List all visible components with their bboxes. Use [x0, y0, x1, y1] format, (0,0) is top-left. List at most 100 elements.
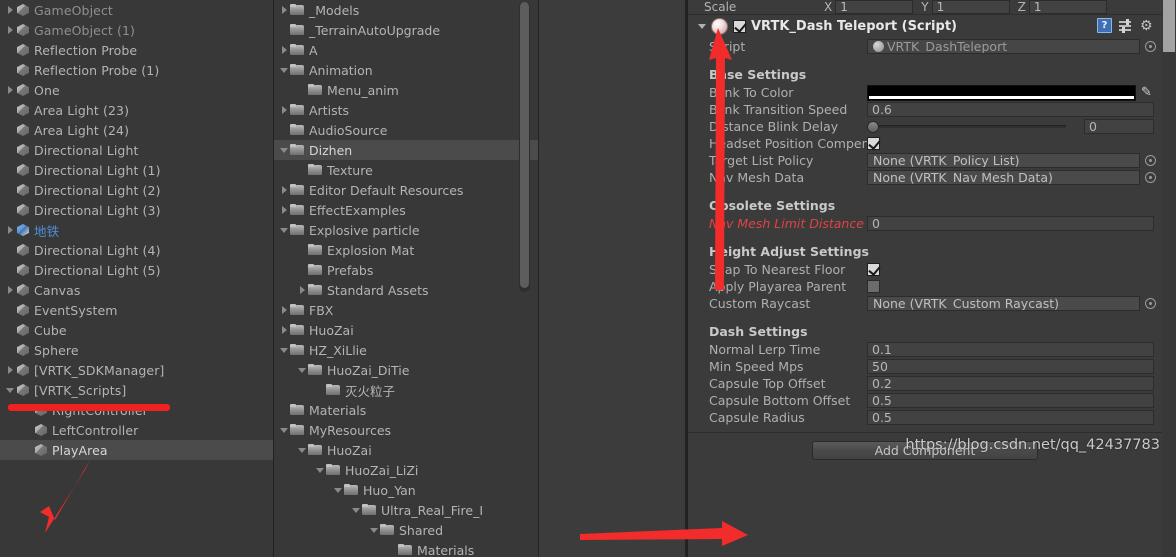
- project-folder-menu_anim[interactable]: Menu_anim: [274, 80, 538, 100]
- project-panel[interactable]: _Models _TerrainAutoUpgrade A Animation Menu…: [273, 0, 538, 557]
- chevron-down-icon[interactable]: [352, 507, 360, 513]
- scale-y-input[interactable]: 1: [931, 0, 1010, 14]
- property-row-capsule-radius[interactable]: Capsule Radius 0.5: [688, 409, 1162, 426]
- project-folder-standard-assets[interactable]: Standard Assets: [274, 280, 538, 300]
- chevron-right-icon[interactable]: [281, 46, 287, 54]
- property-row-custom-raycast[interactable]: Custom Raycast None (VRTK_Custom Raycast): [688, 295, 1162, 312]
- hierarchy-item-area-light-23[interactable]: Area Light (23): [0, 100, 273, 120]
- slider-knob[interactable]: [867, 121, 879, 133]
- chevron-right-icon[interactable]: [7, 226, 13, 234]
- project-twisty[interactable]: [314, 460, 326, 480]
- chevron-right-icon[interactable]: [7, 86, 13, 94]
- component-header-vrtk-dash-teleport[interactable]: VRTK_Dash Teleport (Script) ? ⚙: [688, 14, 1162, 38]
- chevron-right-icon[interactable]: [281, 106, 287, 114]
- hierarchy-twisty[interactable]: [4, 380, 16, 400]
- project-twisty[interactable]: [278, 420, 290, 440]
- property-row-headset-position-compensation[interactable]: Headset Position Compensation: [688, 135, 1162, 152]
- chevron-right-icon[interactable]: [281, 186, 287, 194]
- hierarchy-item-leftcontroller[interactable]: LeftController: [0, 420, 273, 440]
- eyedropper-icon[interactable]: ✎: [1141, 85, 1156, 100]
- checkbox-apply-playarea-parent[interactable]: [867, 280, 880, 293]
- property-input-capsule-radius[interactable]: 0.5: [867, 410, 1154, 425]
- project-twisty[interactable]: [278, 100, 290, 120]
- object-field-target-list-policy[interactable]: None (VRTK_Policy List): [867, 153, 1140, 168]
- property-row-capsule-top-offset[interactable]: Capsule Top Offset 0.2: [688, 375, 1162, 392]
- hierarchy-item-sphere[interactable]: Sphere: [0, 340, 273, 360]
- project-scrollbar-thumb[interactable]: [520, 2, 529, 288]
- project-folder-texture[interactable]: Texture: [274, 160, 538, 180]
- project-folder-[interactable]: 灭火粒子: [274, 380, 538, 400]
- project-folder-huozai_ditie[interactable]: HuoZai_DiTie: [274, 360, 538, 380]
- transform-scale-row[interactable]: Scale X 1 Y 1 Z 1: [688, 0, 1162, 14]
- hierarchy-item-one[interactable]: One: [0, 80, 273, 100]
- property-input-capsule-bottom-offset[interactable]: 0.5: [867, 393, 1154, 408]
- property-row-blink-to-color[interactable]: Blink To Color ✎: [688, 84, 1162, 101]
- property-row-nav-mesh-limit-distance[interactable]: Nav Mesh Limit Distance 0: [688, 215, 1162, 232]
- project-folder-_terrainautoupgrade[interactable]: _TerrainAutoUpgrade: [274, 20, 538, 40]
- project-folder-tree[interactable]: _Models _TerrainAutoUpgrade A Animation Menu…: [274, 0, 538, 557]
- project-twisty[interactable]: [278, 60, 290, 80]
- chevron-down-icon[interactable]: [280, 147, 288, 153]
- project-folder-a[interactable]: A: [274, 40, 538, 60]
- hierarchy-item-directional-light-1[interactable]: Directional Light (1): [0, 160, 273, 180]
- project-folder-huozai[interactable]: HuoZai: [274, 320, 538, 340]
- checkbox-headset-position-compensation[interactable]: [867, 137, 880, 150]
- property-row-snap-to-nearest-floor[interactable]: Snap To Nearest Floor: [688, 261, 1162, 278]
- chevron-down-icon[interactable]: [298, 447, 306, 453]
- project-twisty[interactable]: [278, 0, 290, 20]
- hierarchy-item-directional-light[interactable]: Directional Light: [0, 140, 273, 160]
- property-row-capsule-bottom-offset[interactable]: Capsule Bottom Offset 0.5: [688, 392, 1162, 409]
- object-field-nav-mesh-data[interactable]: None (VRTK_Nav Mesh Data): [867, 170, 1140, 185]
- chevron-down-icon[interactable]: [370, 527, 378, 533]
- project-folder-animation[interactable]: Animation: [274, 60, 538, 80]
- project-folder-huozai[interactable]: HuoZai: [274, 440, 538, 460]
- script-row[interactable]: Script VRTK_DashTeleport: [688, 38, 1162, 55]
- project-folder-fbx[interactable]: FBX: [274, 300, 538, 320]
- scene-view-area[interactable]: [538, 0, 686, 557]
- project-twisty[interactable]: [278, 40, 290, 60]
- chevron-down-icon[interactable]: [6, 387, 14, 393]
- hierarchy-item-canvas[interactable]: Canvas: [0, 280, 273, 300]
- project-folder-materials[interactable]: Materials: [274, 400, 538, 420]
- scale-x-input[interactable]: 1: [835, 0, 914, 14]
- checkbox-snap-to-nearest-floor[interactable]: [867, 263, 880, 276]
- project-folder-editor-default-resources[interactable]: Editor Default Resources: [274, 180, 538, 200]
- property-row-min-speed-mps[interactable]: Min Speed Mps 50: [688, 358, 1162, 375]
- component-foldout-icon[interactable]: [698, 24, 706, 29]
- preset-icon[interactable]: [1119, 18, 1133, 33]
- project-twisty[interactable]: [278, 340, 290, 360]
- chevron-down-icon[interactable]: [280, 227, 288, 233]
- chevron-right-icon[interactable]: [7, 6, 13, 14]
- hierarchy-item-[interactable]: 地铁: [0, 220, 273, 240]
- project-folder-huo_yan[interactable]: Huo_Yan: [274, 480, 538, 500]
- project-folder-myresources[interactable]: MyResources: [274, 420, 538, 440]
- hierarchy-item-eventsystem[interactable]: EventSystem: [0, 300, 273, 320]
- chevron-right-icon[interactable]: [281, 6, 287, 14]
- project-folder-dizhen[interactable]: Dizhen: [274, 140, 538, 160]
- scale-z-input[interactable]: 1: [1028, 0, 1107, 14]
- chevron-down-icon[interactable]: [280, 427, 288, 433]
- chevron-down-icon[interactable]: [280, 67, 288, 73]
- script-object-picker-icon[interactable]: [1145, 41, 1156, 52]
- property-input-min-speed-mps[interactable]: 50: [867, 359, 1154, 374]
- hierarchy-twisty[interactable]: [4, 220, 16, 240]
- object-picker-icon[interactable]: [1145, 155, 1156, 166]
- project-folder-artists[interactable]: Artists: [274, 100, 538, 120]
- inspector-panel[interactable]: Scale X 1 Y 1 Z 1 VRTK_Dash Teleport (Sc…: [686, 0, 1176, 557]
- chevron-right-icon[interactable]: [281, 326, 287, 334]
- property-row-normal-lerp-time[interactable]: Normal Lerp Time 0.1: [688, 341, 1162, 358]
- hierarchy-twisty[interactable]: [4, 0, 16, 20]
- object-field-custom-raycast[interactable]: None (VRTK_Custom Raycast): [867, 296, 1140, 311]
- project-twisty[interactable]: [278, 320, 290, 340]
- inspector-scrollbar[interactable]: [1162, 0, 1176, 557]
- property-input-capsule-top-offset[interactable]: 0.2: [867, 376, 1154, 391]
- property-input-nav-mesh-limit-distance[interactable]: 0: [867, 216, 1154, 231]
- hierarchy-twisty[interactable]: [4, 280, 16, 300]
- project-twisty[interactable]: [350, 500, 362, 520]
- hierarchy-item-vrtk-sdkmanager[interactable]: [VRTK_SDKManager]: [0, 360, 273, 380]
- hierarchy-twisty[interactable]: [4, 360, 16, 380]
- component-enabled-checkbox[interactable]: [733, 20, 746, 33]
- inspector-scrollbar-thumb[interactable]: [1163, 0, 1175, 52]
- hierarchy-item-vrtk-scripts[interactable]: [VRTK_Scripts]: [0, 380, 273, 400]
- project-twisty[interactable]: [278, 140, 290, 160]
